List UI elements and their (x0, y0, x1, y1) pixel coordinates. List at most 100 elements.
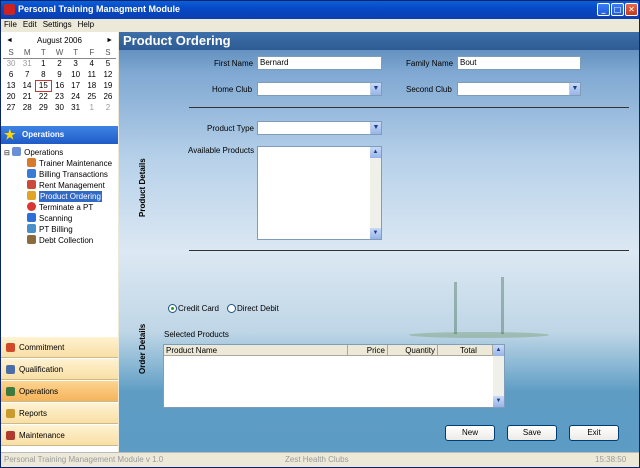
column-header-price[interactable]: Price (348, 345, 388, 356)
calendar-day[interactable]: 29 (35, 102, 51, 113)
calendar-day[interactable]: 9 (51, 69, 67, 80)
credit-card-radio[interactable] (168, 304, 177, 313)
nav-button-maintenance[interactable]: Maintenance (1, 424, 118, 446)
calendar-dow: S (99, 47, 116, 59)
calendar-day[interactable]: 2 (100, 102, 116, 113)
calendar-day[interactable]: 4 (84, 58, 100, 69)
tree-item-rent-management[interactable]: Rent Management (27, 180, 105, 191)
tree-item-trainer-maintenance[interactable]: Trainer Maintenance (27, 158, 112, 169)
menu-file[interactable]: File (1, 19, 20, 30)
calendar-day[interactable]: 8 (35, 69, 51, 80)
calendar-dow: T (35, 47, 52, 59)
nav-button-qualification[interactable]: Qualification (1, 358, 118, 380)
calendar-day[interactable]: 26 (100, 91, 116, 102)
calendar-day[interactable]: 14 (19, 80, 35, 91)
column-header-quantity[interactable]: Quantity (388, 345, 438, 356)
terminate-icon (27, 202, 36, 211)
calendar-day[interactable]: 22 (35, 91, 51, 102)
tree-item-debt-collection[interactable]: Debt Collection (27, 235, 93, 246)
nav-button-operations[interactable]: Operations (1, 380, 118, 402)
calendar-day[interactable]: 5 (100, 58, 116, 69)
tree-item-pt-billing[interactable]: PT Billing (27, 224, 73, 235)
reports-icon (6, 409, 15, 418)
calendar-day[interactable]: 7 (19, 69, 35, 80)
selected-products-table[interactable]: Product Name Price Quantity Total ▲ ▼ (163, 344, 505, 408)
calendar-day[interactable]: 2 (51, 58, 67, 69)
calendar-day[interactable]: 23 (51, 91, 67, 102)
calendar-day[interactable]: 17 (68, 80, 84, 91)
family-name-field[interactable]: Bout (457, 56, 581, 70)
calendar-day-today[interactable]: 15 (34, 79, 52, 92)
column-header-total[interactable]: Total (438, 345, 493, 356)
calendar-day[interactable]: 1 (35, 58, 51, 69)
calendar-day[interactable]: 25 (84, 91, 100, 102)
calendar-day[interactable]: 30 (3, 58, 19, 69)
pt-billing-icon (27, 224, 36, 233)
tree-item-terminate-pt[interactable]: Terminate a PT (27, 202, 93, 213)
commitment-icon (6, 343, 15, 352)
close-button[interactable]: ✕ (625, 3, 638, 16)
calendar-day[interactable]: 10 (68, 69, 84, 80)
calendar-day[interactable]: 21 (19, 91, 35, 102)
nav-button-label: Operations (19, 387, 59, 396)
calendar-day[interactable]: 27 (3, 102, 19, 113)
calendar-day[interactable]: 24 (68, 91, 84, 102)
tree-item-product-ordering[interactable]: Product Ordering (27, 191, 102, 202)
app-icon (4, 4, 15, 15)
calendar-next-button[interactable]: ► (106, 35, 113, 47)
tree-root-operations[interactable]: ⊟ Operations (4, 147, 63, 158)
new-button[interactable]: New (445, 425, 495, 441)
collapse-icon[interactable]: ⊟ (4, 150, 10, 157)
scrollbar[interactable]: ▲ ▼ (370, 147, 381, 239)
calendar-day[interactable]: 1 (84, 102, 100, 113)
scrollbar[interactable]: ▲ ▼ (493, 345, 504, 407)
chevron-down-icon[interactable]: ▼ (370, 122, 381, 134)
calendar-day[interactable]: 28 (19, 102, 35, 113)
exit-button[interactable]: Exit (569, 425, 619, 441)
calendar-day[interactable]: 31 (19, 58, 35, 69)
window-title: Personal Training Managment Module (18, 4, 181, 14)
tree-item-scanning[interactable]: Scanning (27, 213, 72, 224)
maximize-button[interactable]: □ (611, 3, 624, 16)
menu-bar: File Edit Settings Help (1, 19, 639, 32)
calendar-day[interactable]: 31 (68, 102, 84, 113)
calendar-prev-button[interactable]: ◄ (6, 35, 13, 47)
menu-edit[interactable]: Edit (20, 19, 40, 30)
menu-settings[interactable]: Settings (40, 19, 75, 30)
product-type-dropdown[interactable]: ▼ (257, 121, 382, 135)
nav-button-commitment[interactable]: Commitment (1, 336, 118, 358)
menu-help[interactable]: Help (75, 19, 97, 30)
calendar-day[interactable]: 12 (100, 69, 116, 80)
available-products-list[interactable]: ▲ ▼ (257, 146, 382, 240)
home-club-label: Home Club (212, 85, 253, 94)
divider (189, 250, 629, 251)
calendar-day[interactable]: 20 (3, 91, 19, 102)
tree-item-billing-transactions[interactable]: Billing Transactions (27, 169, 108, 180)
operations-tree: ⊟ Operations Trainer Maintenance Billing… (1, 146, 118, 331)
operations-section-header[interactable]: ★ Operations (1, 126, 118, 144)
calendar-day[interactable]: 6 (3, 69, 19, 80)
calendar-day[interactable]: 19 (100, 80, 116, 91)
chevron-down-icon[interactable]: ▼ (569, 83, 580, 95)
home-club-dropdown[interactable]: ▼ (257, 82, 382, 96)
calendar-day[interactable]: 13 (3, 80, 19, 91)
second-club-dropdown[interactable]: ▼ (457, 82, 581, 96)
save-button[interactable]: Save (507, 425, 557, 441)
first-name-field[interactable]: Bernard (257, 56, 382, 70)
scroll-down-icon[interactable]: ▼ (493, 396, 504, 407)
scroll-down-icon[interactable]: ▼ (370, 228, 381, 239)
maintenance-icon (6, 431, 15, 440)
minimize-button[interactable]: _ (597, 3, 610, 16)
scroll-up-icon[interactable]: ▲ (370, 147, 381, 158)
calendar-day[interactable]: 30 (51, 102, 67, 113)
scroll-up-icon[interactable]: ▲ (493, 345, 504, 356)
calendar-day[interactable]: 11 (84, 69, 100, 80)
calendar-day[interactable]: 3 (68, 58, 84, 69)
column-header-product-name[interactable]: Product Name (164, 345, 348, 356)
direct-debit-radio[interactable] (227, 304, 236, 313)
chevron-down-icon[interactable]: ▼ (370, 83, 381, 95)
nav-button-reports[interactable]: Reports (1, 402, 118, 424)
folder-icon (12, 147, 22, 156)
calendar-day[interactable]: 16 (51, 80, 67, 91)
calendar-day[interactable]: 18 (84, 80, 100, 91)
